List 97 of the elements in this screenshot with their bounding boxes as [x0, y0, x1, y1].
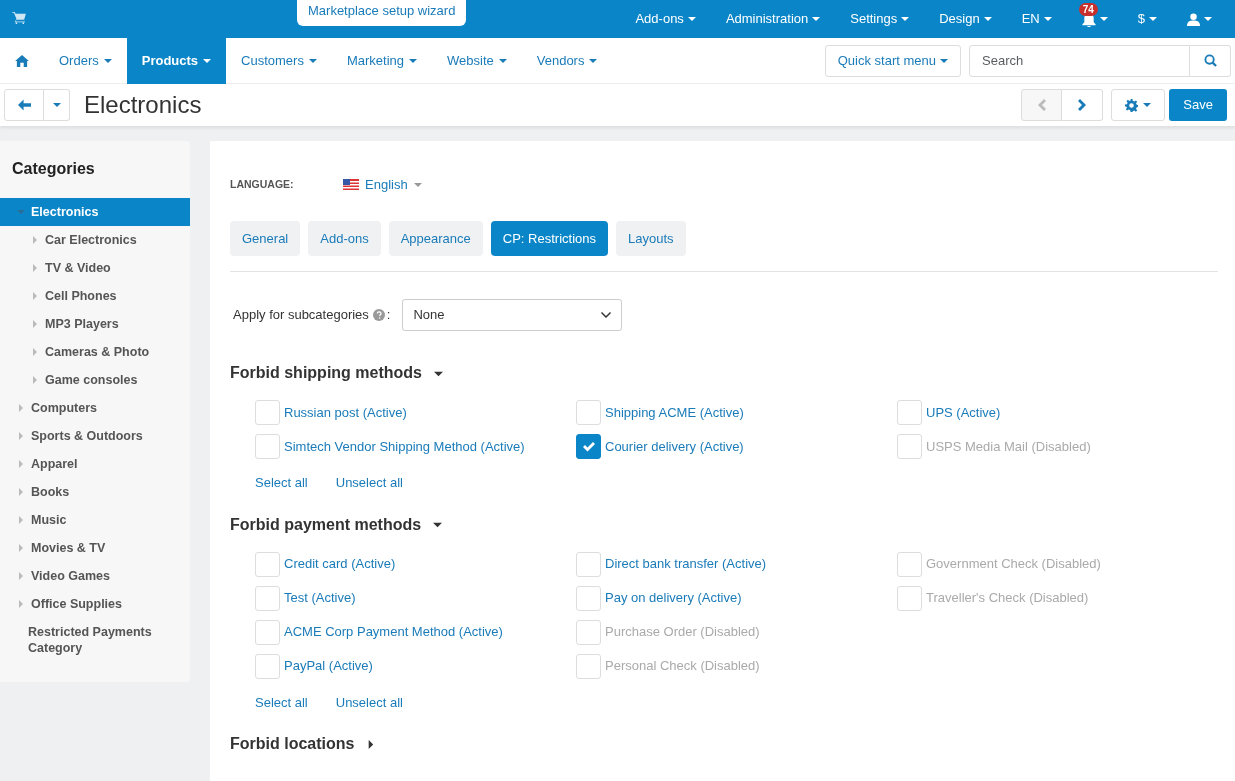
caret-right-icon: [17, 544, 25, 553]
tab[interactable]: Add-ons: [308, 220, 381, 256]
sidebar-title: Categories: [11, 159, 96, 179]
caret-right-icon: [366, 739, 376, 749]
caret-right-icon: [31, 348, 39, 357]
section-header[interactable]: Forbid shipping methods: [230, 361, 1218, 385]
caret-right-icon: [31, 236, 39, 245]
category-item[interactable]: Video Games: [0, 562, 190, 591]
arrow-left-icon: [17, 99, 31, 111]
search-icon: [1203, 54, 1217, 67]
menu-item[interactable]: EN: [1006, 0, 1067, 38]
caret-right-icon: [17, 572, 25, 581]
chevron-down-icon: [601, 312, 612, 318]
caret-right-icon: [31, 264, 39, 273]
wizard-button[interactable]: Marketplace setup wizard: [297, 0, 467, 26]
checkbox-option[interactable]: Simtech Vendor Shipping Method (Active): [255, 434, 576, 459]
caret-right-icon: [31, 376, 39, 385]
caret-right-icon: [17, 460, 25, 469]
nav-tab[interactable]: Products: [126, 37, 227, 84]
menu-item[interactable]: Settings: [835, 0, 925, 38]
nav-tab[interactable]: Website: [432, 37, 522, 84]
tab[interactable]: Layouts: [616, 220, 686, 256]
caret-right-icon: [31, 320, 39, 329]
settings-button[interactable]: [1111, 89, 1166, 121]
tab[interactable]: CP: Restrictions: [490, 220, 608, 256]
caret-right-icon: [31, 292, 39, 301]
language-selector[interactable]: English: [343, 175, 422, 195]
select-all-link[interactable]: Select all: [255, 692, 308, 712]
apply-label: Apply for subcategories: [233, 306, 369, 325]
checkbox-option[interactable]: ACME Corp Payment Method (Active): [255, 619, 576, 645]
back-button[interactable]: [4, 89, 44, 121]
category-item[interactable]: Office Supplies: [0, 590, 190, 619]
checkbox-option[interactable]: Direct bank transfer (Active): [576, 551, 897, 577]
menu-item[interactable]: Design: [924, 0, 1007, 38]
category-item[interactable]: Electronics: [0, 198, 190, 227]
user-icon: [1187, 12, 1200, 26]
unselect-all-link[interactable]: Unselect all: [335, 692, 403, 712]
checkbox-option[interactable]: Shipping ACME (Active): [576, 400, 897, 425]
caret-right-icon: [17, 404, 25, 413]
caret-down-icon: [17, 208, 25, 217]
nav-tab[interactable]: Customers: [226, 37, 332, 84]
caret-right-icon: [17, 432, 25, 441]
caret-right-icon: [17, 488, 25, 497]
help-icon: [372, 309, 385, 321]
search-field[interactable]: Search: [969, 44, 1190, 77]
search-button[interactable]: [1190, 44, 1231, 77]
checkbox-option[interactable]: Courier delivery (Active): [576, 434, 897, 459]
checkbox-option[interactable]: Credit card (Active): [255, 551, 576, 577]
menu-item[interactable]: Administration: [710, 0, 836, 38]
select-all-link[interactable]: Select all: [255, 473, 308, 493]
currency-menu[interactable]: $: [1122, 0, 1172, 38]
category-item[interactable]: Apparel: [0, 450, 190, 479]
category-item[interactable]: Restricted Payments Category: [0, 618, 190, 663]
quick-start-button[interactable]: Quick start menu: [824, 44, 961, 77]
notification-badge: 74: [1078, 3, 1098, 16]
category-item[interactable]: Sports & Outdoors: [0, 422, 190, 451]
category-item[interactable]: Music: [0, 506, 190, 535]
save-button[interactable]: Save: [1169, 89, 1227, 121]
category-item[interactable]: Cameras & Photo: [0, 338, 190, 367]
settings-icon: [1125, 98, 1139, 112]
category-item[interactable]: Cell Phones: [0, 282, 190, 311]
caret-right-icon: [17, 600, 25, 609]
section-header[interactable]: Forbid payment methods: [230, 512, 1218, 537]
language-label: LANGUAGE:: [230, 176, 295, 192]
category-item[interactable]: MP3 Players: [0, 310, 190, 339]
home-icon: [15, 54, 29, 67]
caret-right-icon: [17, 516, 25, 525]
unselect-all-link[interactable]: Unselect all: [335, 473, 403, 493]
check-icon: [582, 441, 595, 452]
checkbox-option[interactable]: PayPal (Active): [255, 653, 576, 679]
category-item[interactable]: Movies & TV: [0, 534, 190, 563]
category-item[interactable]: Game consoles: [0, 366, 190, 395]
category-item[interactable]: TV & Video: [0, 254, 190, 283]
checkbox-option[interactable]: Russian post (Active): [255, 400, 576, 425]
menu-item[interactable]: Add-ons: [620, 0, 711, 38]
chevron-right-icon: [1078, 99, 1087, 111]
subcategories-select[interactable]: None: [402, 299, 623, 331]
category-item[interactable]: Books: [0, 478, 190, 507]
chevron-left-icon: [1037, 99, 1046, 111]
checkbox-option[interactable]: Test (Active): [255, 585, 576, 611]
category-item[interactable]: Car Electronics: [0, 226, 190, 255]
section-header[interactable]: Forbid locations: [230, 732, 1218, 756]
colon-text: :: [386, 306, 391, 325]
checkbox-option[interactable]: UPS (Active): [897, 400, 1218, 425]
nav-tab[interactable]: Vendors: [521, 37, 613, 84]
nav-tab[interactable]: Marketing: [331, 37, 432, 84]
flag-icon: [343, 179, 359, 191]
page-title: Electronics: [84, 90, 202, 120]
cart-icon: [12, 12, 26, 24]
category-item[interactable]: Computers: [0, 394, 190, 423]
next-button[interactable]: [1062, 89, 1104, 121]
notifications-button[interactable]: 74: [1066, 0, 1123, 38]
nav-tab[interactable]: Orders: [44, 37, 127, 84]
caret-down-icon: [433, 520, 443, 529]
checkbox-option[interactable]: Pay on delivery (Active): [576, 585, 897, 611]
tab[interactable]: Appearance: [388, 220, 483, 256]
tab[interactable]: General: [230, 220, 301, 256]
